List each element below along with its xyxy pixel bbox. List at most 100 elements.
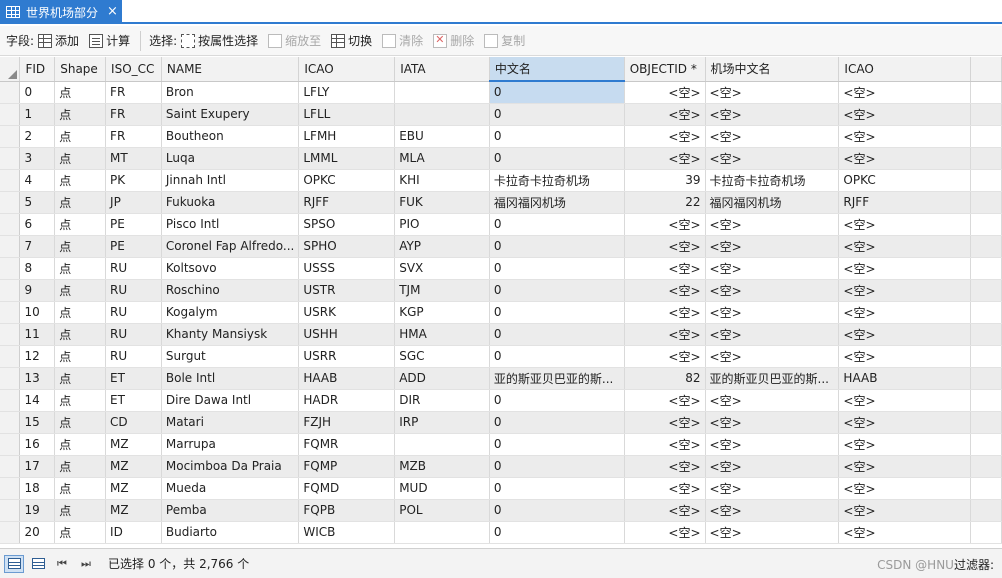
table-cell[interactable]: USSS: [298, 257, 396, 280]
table-cell[interactable]: 点: [54, 433, 107, 456]
table-row[interactable]: 19 点 MZ Pemba FQPB POL 0 <空> <空> <空>: [0, 499, 1002, 522]
table-cell[interactable]: <空>: [838, 279, 972, 302]
table-cell[interactable]: <空>: [705, 455, 840, 478]
table-cell[interactable]: HAAB: [298, 367, 396, 390]
row-selector[interactable]: [0, 323, 21, 346]
table-cell[interactable]: <空>: [624, 455, 706, 478]
row-selector[interactable]: [0, 521, 21, 544]
table-cell[interactable]: <空>: [838, 257, 972, 280]
table-cell[interactable]: 点: [54, 455, 107, 478]
table-cell[interactable]: ET: [105, 389, 162, 412]
table-cell[interactable]: 6: [19, 213, 56, 236]
table-cell[interactable]: HAAB: [838, 367, 972, 390]
table-cell[interactable]: <空>: [624, 477, 706, 500]
table-cell[interactable]: 0: [489, 125, 625, 148]
table-cell[interactable]: Coronel Fap Alfredo...: [161, 235, 300, 258]
table-cell[interactable]: [394, 103, 490, 126]
table-cell[interactable]: 点: [54, 411, 107, 434]
switch-selection-button[interactable]: 切换: [331, 32, 372, 49]
table-cell[interactable]: RJFF: [838, 191, 972, 214]
table-cell[interactable]: 点: [54, 323, 107, 346]
table-row[interactable]: 15 点 CD Matari FZJH IRP 0 <空> <空> <空>: [0, 411, 1002, 434]
table-cell[interactable]: Saint Exupery: [161, 103, 300, 126]
table-cell[interactable]: 0: [489, 389, 625, 412]
table-cell[interactable]: <空>: [705, 433, 840, 456]
table-cell[interactable]: 福冈福冈机场: [705, 191, 840, 214]
table-cell[interactable]: <空>: [838, 103, 972, 126]
table-cell[interactable]: <空>: [624, 81, 706, 104]
table-cell[interactable]: 点: [54, 279, 107, 302]
table-cell[interactable]: 福冈福冈机场: [489, 191, 625, 214]
table-cell[interactable]: Matari: [161, 411, 300, 434]
table-cell[interactable]: FQMP: [298, 455, 396, 478]
table-cell[interactable]: 0: [489, 103, 625, 126]
table-cell[interactable]: Pemba: [161, 499, 300, 522]
table-cell[interactable]: 18: [19, 477, 56, 500]
table-row[interactable]: 2 点 FR Boutheon LFMH EBU 0 <空> <空> <空>: [0, 125, 1002, 148]
table-cell[interactable]: PK: [105, 169, 162, 192]
table-cell[interactable]: <空>: [624, 521, 706, 544]
table-cell[interactable]: <空>: [705, 389, 840, 412]
table-cell[interactable]: <空>: [705, 279, 840, 302]
table-cell[interactable]: HADR: [298, 389, 396, 412]
table-cell[interactable]: USRR: [298, 345, 396, 368]
table-cell[interactable]: 0: [489, 323, 625, 346]
table-cell[interactable]: 0: [19, 81, 56, 104]
table-cell[interactable]: JP: [105, 191, 162, 214]
table-cell[interactable]: 0: [489, 147, 625, 170]
table-cell[interactable]: <空>: [624, 279, 706, 302]
table-cell[interactable]: <空>: [838, 323, 972, 346]
table-cell[interactable]: MUD: [394, 477, 490, 500]
row-selector[interactable]: [0, 477, 21, 500]
table-cell[interactable]: <空>: [838, 235, 972, 258]
table-row[interactable]: 20 点 ID Budiarto WICB 0 <空> <空> <空>: [0, 521, 1002, 544]
row-selector[interactable]: [0, 389, 21, 412]
table-cell[interactable]: 8: [19, 257, 56, 280]
table-cell[interactable]: <空>: [705, 323, 840, 346]
table-cell[interactable]: 点: [54, 521, 107, 544]
table-cell[interactable]: CD: [105, 411, 162, 434]
table-cell[interactable]: Boutheon: [161, 125, 300, 148]
table-row[interactable]: 5 点 JP Fukuoka RJFF FUK 福冈福冈机场 22 福冈福冈机场 RJFF: [0, 191, 1002, 214]
table-cell[interactable]: 16: [19, 433, 56, 456]
table-cell[interactable]: <空>: [705, 235, 840, 258]
table-cell[interactable]: FR: [105, 125, 162, 148]
table-cell[interactable]: 卡拉奇卡拉奇机场: [489, 169, 625, 192]
table-cell[interactable]: MZ: [105, 499, 162, 522]
column-header[interactable]: ICAO: [298, 57, 396, 82]
table-cell[interactable]: LFMH: [298, 125, 396, 148]
table-cell[interactable]: FQMR: [298, 433, 396, 456]
table-cell[interactable]: RU: [105, 323, 162, 346]
table-cell[interactable]: FQMD: [298, 477, 396, 500]
table-row[interactable]: 4 点 PK Jinnah Intl OPKC KHI 卡拉奇卡拉奇机场 39 卡拉奇卡拉奇机场…: [0, 169, 1002, 192]
table-cell[interactable]: ET: [105, 367, 162, 390]
table-row[interactable]: 7 点 PE Coronel Fap Alfredo... SPHO AYP 0 <空> <空>…: [0, 235, 1002, 258]
column-header[interactable]: NAME: [161, 57, 300, 82]
table-cell[interactable]: AYP: [394, 235, 490, 258]
column-header[interactable]: 机场中文名: [705, 57, 840, 82]
select-all-corner[interactable]: [0, 57, 21, 82]
table-cell[interactable]: PE: [105, 235, 162, 258]
table-cell[interactable]: DIR: [394, 389, 490, 412]
table-cell[interactable]: 点: [54, 125, 107, 148]
table-row[interactable]: 6 点 PE Pisco Intl SPSO PIO 0 <空> <空> <空>: [0, 213, 1002, 236]
column-header[interactable]: Shape: [54, 57, 107, 82]
table-cell[interactable]: <空>: [705, 213, 840, 236]
table-cell[interactable]: Pisco Intl: [161, 213, 300, 236]
table-cell[interactable]: 22: [624, 191, 706, 214]
table-cell[interactable]: 14: [19, 389, 56, 412]
table-cell[interactable]: PE: [105, 213, 162, 236]
table-cell[interactable]: 点: [54, 367, 107, 390]
table-cell[interactable]: POL: [394, 499, 490, 522]
table-row[interactable]: 0 点 FR Bron LFLY 0 <空> <空> <空>: [0, 81, 1002, 104]
table-cell[interactable]: <空>: [705, 103, 840, 126]
zoom-to-button[interactable]: 缩放至: [268, 32, 321, 49]
row-selector[interactable]: [0, 235, 21, 258]
table-cell[interactable]: 0: [489, 279, 625, 302]
table-cell[interactable]: Roschino: [161, 279, 300, 302]
delete-selection-button[interactable]: 删除: [433, 32, 474, 49]
table-cell[interactable]: Koltsovo: [161, 257, 300, 280]
table-cell[interactable]: 点: [54, 169, 107, 192]
table-cell[interactable]: <空>: [624, 301, 706, 324]
table-cell[interactable]: Bron: [161, 81, 300, 104]
